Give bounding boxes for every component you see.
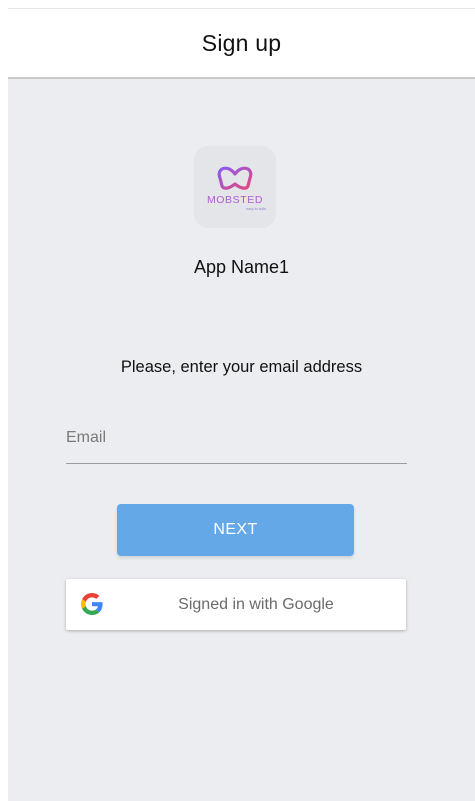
sign-up-content: MOBSTED easy to build App Name1 Please, … [8,79,475,801]
page-header: Sign up [8,9,475,79]
google-button-label: Signed in with Google [178,595,334,613]
app-logo: MOBSTED easy to build [194,146,276,228]
logo-tagline: easy to build [246,207,266,211]
logo-wordmark: MOBSTED [207,194,263,206]
email-input[interactable] [66,423,406,453]
google-sign-in-button[interactable]: Signed in with Google [66,579,406,630]
email-field[interactable] [66,417,407,464]
top-strip [8,0,475,9]
next-button-label: NEXT [213,521,258,538]
google-g-icon [81,593,103,615]
next-button[interactable]: NEXT [117,504,354,556]
page-title: Sign up [201,29,282,56]
mobsted-logo-icon: MOBSTED easy to build [207,166,266,211]
app-name: App Name1 [193,257,290,277]
email-prompt: Please, enter your email address [120,358,363,376]
